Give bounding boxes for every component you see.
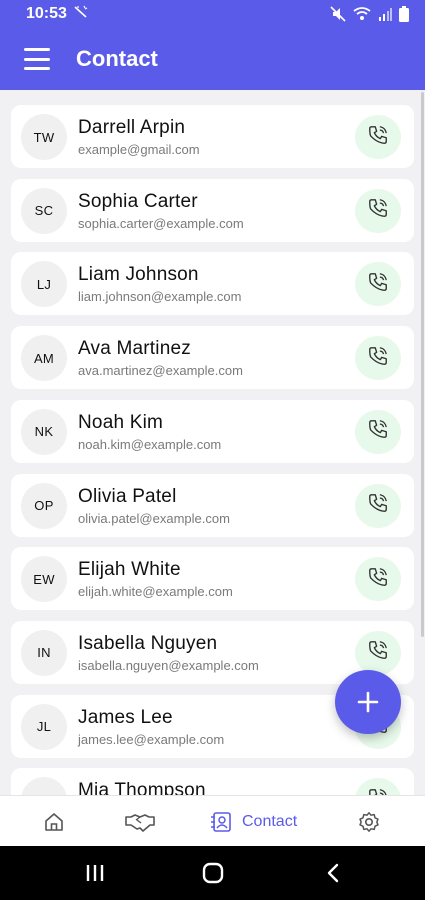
phone-icon xyxy=(367,639,389,666)
phone-icon xyxy=(367,271,389,298)
call-button[interactable] xyxy=(355,630,401,675)
menu-icon[interactable] xyxy=(24,48,50,70)
nav-contact-label: Contact xyxy=(242,812,298,830)
mute-icon xyxy=(330,6,346,22)
contact-card[interactable]: AM Ava Martinez ava.martinez@example.com xyxy=(11,326,414,390)
call-button[interactable] xyxy=(355,557,401,602)
contact-name: Mia Thompson xyxy=(78,780,206,795)
avatar: LJ xyxy=(21,261,67,308)
avatar: JL xyxy=(21,703,67,750)
gear-icon xyxy=(359,811,379,832)
contact-email: liam.johnson@example.com xyxy=(78,289,242,305)
contact-card[interactable]: EW Elijah White elijah.white@example.com xyxy=(11,547,414,611)
contact-email: sophia.carter@example.com xyxy=(78,215,244,231)
status-bar: 10:53 xyxy=(0,0,425,28)
avatar xyxy=(21,777,67,795)
nav-contact[interactable]: Contact xyxy=(210,796,297,847)
call-button[interactable] xyxy=(355,262,401,307)
contact-name: Liam Johnson xyxy=(78,264,199,286)
contact-name: Isabella Nguyen xyxy=(78,632,218,654)
call-button[interactable] xyxy=(355,409,401,454)
sparkle-icon xyxy=(73,5,89,24)
signal-icon xyxy=(378,7,392,21)
phone-icon xyxy=(367,418,389,445)
contact-card[interactable]: SC Sophia Carter sophia.carter@example.com xyxy=(11,178,414,242)
contact-email: james.lee@example.com xyxy=(78,731,225,747)
contact-name: Sophia Carter xyxy=(78,190,198,212)
contact-name: James Lee xyxy=(78,706,173,728)
phone-icon xyxy=(367,124,389,151)
status-time: 10:53 xyxy=(26,5,67,22)
call-button[interactable] xyxy=(355,483,401,528)
recent-apps-icon[interactable] xyxy=(80,846,110,900)
wifi-icon xyxy=(353,7,371,21)
contact-email: ava.martinez@example.com xyxy=(78,363,243,379)
contact-card[interactable]: Mia Thompson xyxy=(11,768,414,795)
plus-icon xyxy=(357,691,379,713)
contact-name: Ava Martinez xyxy=(78,338,191,360)
avatar: SC xyxy=(21,187,67,234)
avatar: NK xyxy=(21,408,67,455)
home-icon xyxy=(45,812,63,831)
contact-card[interactable]: NK Noah Kim noah.kim@example.com xyxy=(11,399,414,463)
contact-email: elijah.white@example.com xyxy=(78,584,233,600)
call-button[interactable] xyxy=(355,336,401,381)
call-button[interactable] xyxy=(355,778,401,795)
bottom-navigation: Contact xyxy=(0,795,425,846)
contact-name: Darrell Arpin xyxy=(78,117,186,138)
contact-icon xyxy=(211,811,231,832)
contact-name: Olivia Patel xyxy=(78,485,177,507)
phone-icon xyxy=(367,197,389,224)
contact-email: noah.kim@example.com xyxy=(78,436,222,452)
contact-email: olivia.patel@example.com xyxy=(78,510,230,526)
scrollbar[interactable] xyxy=(421,92,424,637)
contact-card[interactable]: TW Darrell Arpin example@gmail.com xyxy=(11,105,414,168)
avatar: IN xyxy=(21,629,67,676)
phone-icon xyxy=(367,787,389,795)
avatar: OP xyxy=(21,482,67,529)
nav-home[interactable] xyxy=(43,796,65,847)
contact-email: example@gmail.com xyxy=(78,142,200,157)
back-icon[interactable] xyxy=(318,846,348,900)
page-title: Contact xyxy=(76,46,158,71)
contact-name: Elijah White xyxy=(78,559,181,581)
app-bar: Contact xyxy=(0,28,425,90)
phone-icon xyxy=(367,566,389,593)
battery-icon xyxy=(399,6,409,22)
call-button[interactable] xyxy=(355,115,401,159)
phone-icon xyxy=(367,345,389,372)
contact-card[interactable]: LJ Liam Johnson liam.johnson@example.com xyxy=(11,252,414,316)
avatar: TW xyxy=(21,114,67,160)
phone-icon xyxy=(367,492,389,519)
call-button[interactable] xyxy=(355,188,401,233)
avatar: EW xyxy=(21,556,67,603)
contact-name: Noah Kim xyxy=(78,411,164,433)
contact-email: isabella.nguyen@example.com xyxy=(78,657,259,673)
handshake-icon xyxy=(125,813,155,832)
add-contact-button[interactable] xyxy=(335,670,401,734)
system-navigation-bar xyxy=(0,846,425,900)
nav-settings[interactable] xyxy=(358,796,380,847)
contact-card[interactable]: OP Olivia Patel olivia.patel@example.com xyxy=(11,473,414,537)
home-button-icon[interactable] xyxy=(198,846,228,900)
avatar: AM xyxy=(21,335,67,382)
nav-deals[interactable] xyxy=(125,796,155,847)
